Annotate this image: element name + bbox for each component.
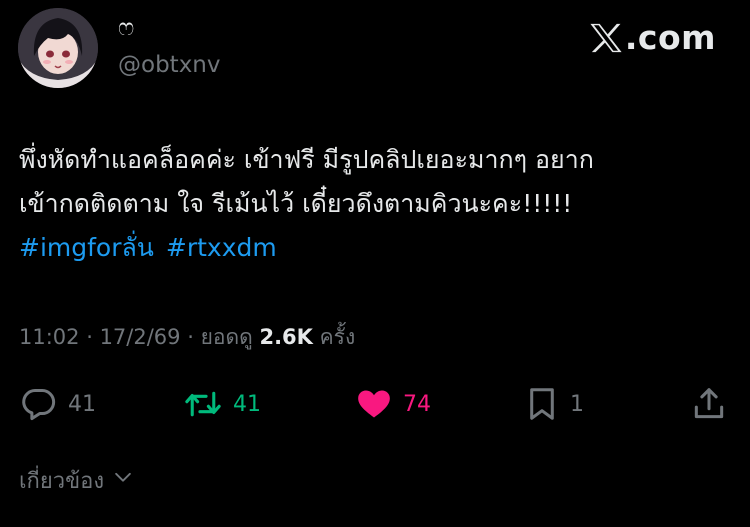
reply-icon (20, 385, 58, 423)
views-suffix: ครั้ง (319, 325, 356, 349)
bookmark-count: 1 (570, 391, 584, 417)
post-time[interactable]: 11:02 (19, 325, 80, 349)
chevron-down-icon (112, 466, 134, 498)
author-handle[interactable]: @obtxnv (118, 50, 221, 80)
avatar[interactable] (18, 8, 98, 88)
heart-icon (355, 385, 393, 423)
bookmark-icon (524, 385, 560, 423)
bookmark-button[interactable]: 1 (524, 382, 584, 426)
post-text: พึ่งหัดทำแอคล็อคค่ะ เข้าฟรี มีรูปคลิปเยอ… (19, 138, 731, 270)
related-toggle[interactable]: เกี่ยวข้อง (19, 466, 134, 498)
share-icon (690, 385, 728, 423)
post-date[interactable]: 17/2/69 (100, 325, 181, 349)
hashtag-link[interactable]: #imgforลั่น (19, 233, 154, 262)
share-button[interactable] (690, 382, 728, 426)
hashtag-link[interactable]: #rtxxdm (166, 233, 277, 262)
brand-text: .com (624, 18, 716, 57)
action-bar: 41 41 74 1 (0, 382, 750, 426)
post-metadata: 11:02 · 17/2/69 · ยอดดู 2.6K ครั้ง (19, 320, 355, 354)
reply-count: 41 (68, 391, 96, 417)
views-prefix: ยอดดู (200, 325, 253, 349)
meta-separator: · (79, 325, 100, 349)
meta-separator: · (180, 325, 201, 349)
like-button[interactable]: 74 (355, 382, 431, 426)
repost-button[interactable]: 41 (183, 382, 261, 426)
related-label: เกี่ยวข้อง (19, 469, 105, 494)
x-logo-icon (589, 22, 623, 54)
like-count: 74 (403, 391, 431, 417)
repost-icon (183, 385, 223, 423)
brand-watermark: .com (589, 18, 716, 58)
reply-button[interactable]: 41 (20, 382, 96, 426)
post-text-line: เข้ากดติดตาม ใจ รีเม้นไว้ เดี๋ยวดึงตามคิ… (19, 189, 573, 218)
post-text-line: พึ่งหัดทำแอคล็อคค่ะ เข้าฟรี มีรูปคลิปเยอ… (19, 145, 594, 174)
hashtag-line: #imgforลั่น #rtxxdm (19, 226, 731, 270)
views-count: 2.6K (259, 325, 313, 349)
repost-count: 41 (233, 391, 261, 417)
author-display-name[interactable]: ෆ (118, 12, 134, 42)
